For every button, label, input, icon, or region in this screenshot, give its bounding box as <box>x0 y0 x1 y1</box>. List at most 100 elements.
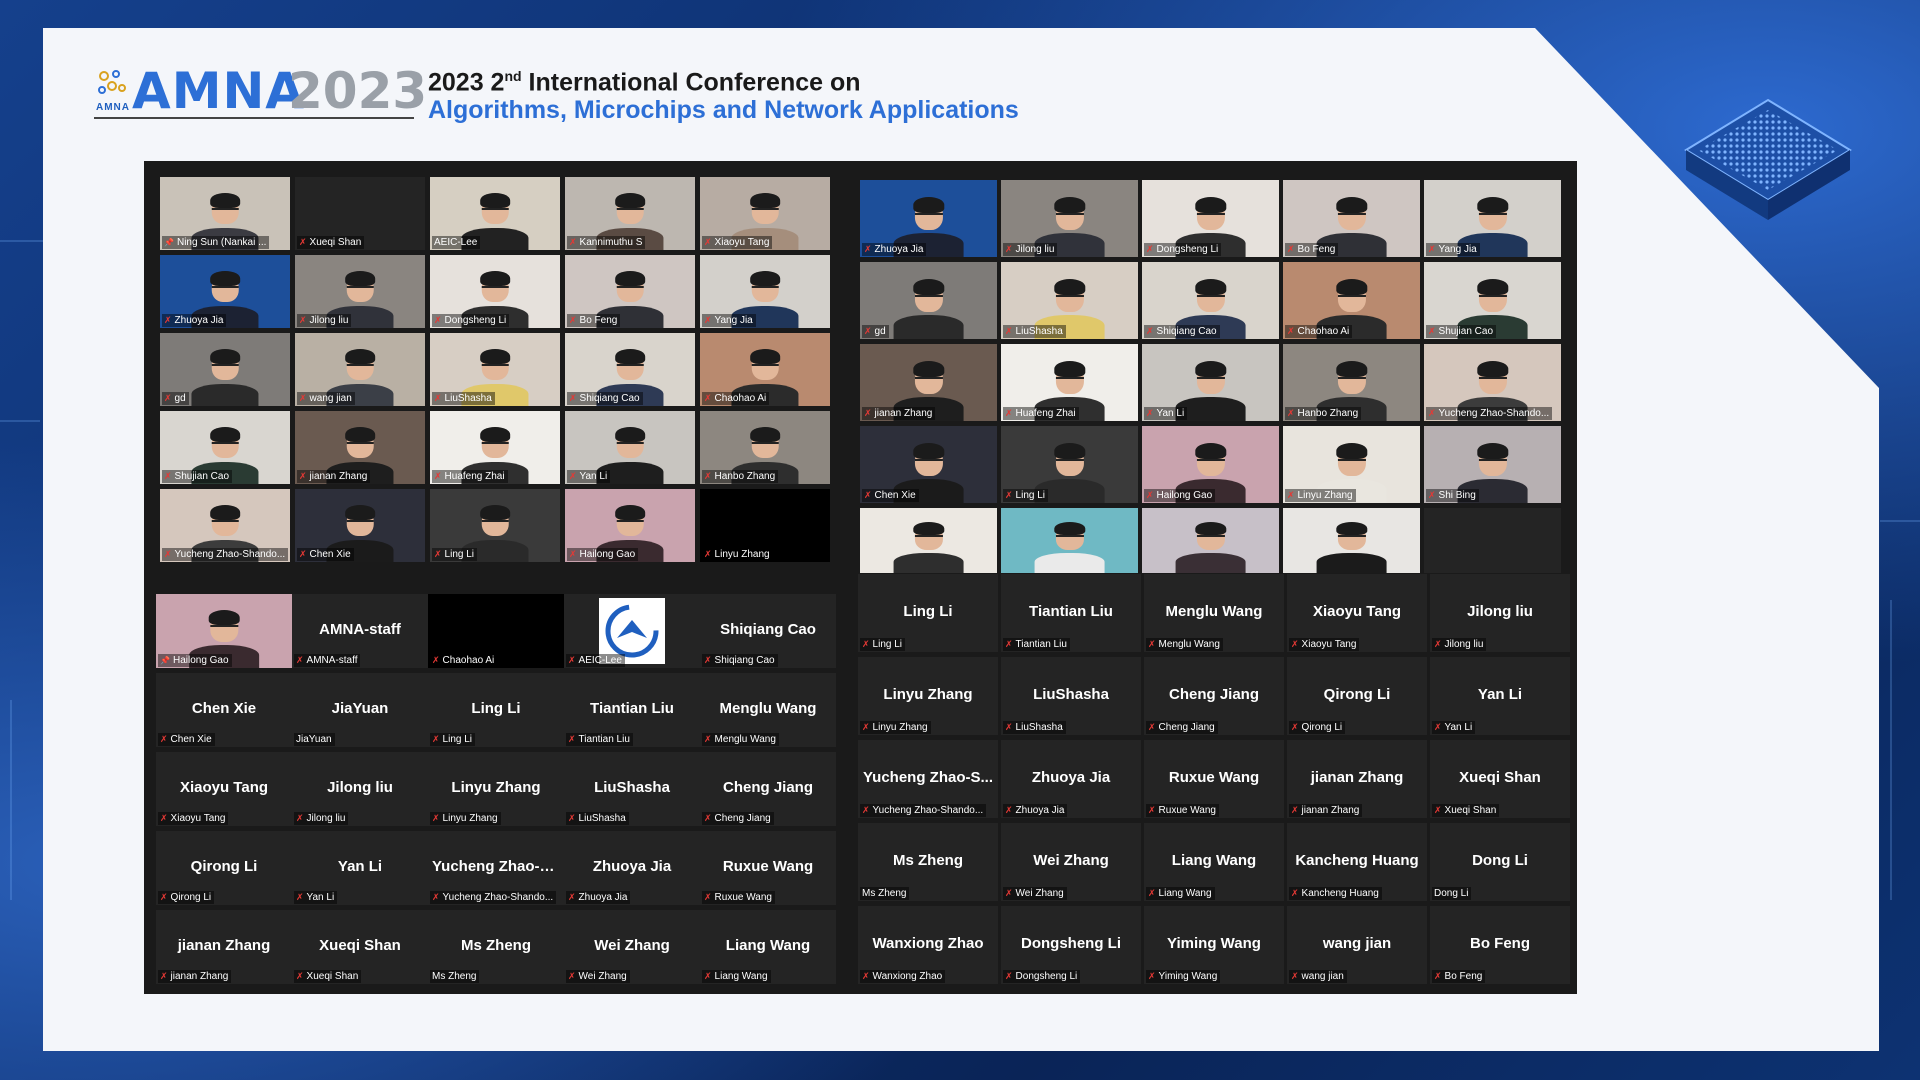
name-tile[interactable]: Ruxue Wang ✗ Ruxue Wang <box>700 831 836 905</box>
name-tile[interactable]: LiuShasha ✗ LiuShasha <box>564 752 700 826</box>
name-tile[interactable]: Shiqiang Cao ✗ Shiqiang Cao <box>700 594 836 668</box>
video-tile[interactable]: ✗ wang jian <box>295 333 425 406</box>
video-tile[interactable]: ✗ Ling Li <box>430 489 560 562</box>
video-tile[interactable]: ✗ Chen Xie <box>295 489 425 562</box>
video-tile[interactable]: ✗ Yang Jia <box>700 255 830 328</box>
video-tile[interactable]: ✗ gd <box>160 333 290 406</box>
video-tile[interactable]: ✗ Zhuoya Jia <box>860 180 997 257</box>
video-tile[interactable]: 📌 Ning Sun (Nankai ... <box>160 177 290 250</box>
name-tile[interactable]: Ms Zheng Ms Zheng <box>858 823 998 901</box>
video-tile[interactable]: ✗ Yucheng Zhao-Shando... <box>160 489 290 562</box>
name-tile[interactable]: Xueqi Shan ✗ Xueqi Shan <box>1430 740 1570 818</box>
video-tile[interactable]: ✗ jianan Zhang <box>860 344 997 421</box>
video-tile[interactable]: ✗ Huafeng Zhai <box>1001 344 1138 421</box>
name-tile[interactable]: Jilong liu ✗ Jilong liu <box>1430 574 1570 652</box>
video-tile[interactable]: ✗ Dongsheng Li <box>1142 180 1279 257</box>
video-tile[interactable] <box>1424 508 1561 573</box>
video-tile[interactable]: ✗ Yan Li <box>565 411 695 484</box>
name-tile[interactable]: ✗ AEIC-Lee <box>564 594 700 668</box>
name-tile[interactable]: Cheng Jiang ✗ Cheng Jiang <box>700 752 836 826</box>
video-tile[interactable]: ✗ Linyu Zhang <box>1283 426 1420 503</box>
name-tile[interactable]: LiuShasha ✗ LiuShasha <box>1001 657 1141 735</box>
video-tile[interactable]: ✗ Hanbo Zhang <box>700 411 830 484</box>
name-tile[interactable]: Cheng Jiang ✗ Cheng Jiang <box>1144 657 1284 735</box>
video-tile[interactable]: AEIC-Lee <box>430 177 560 250</box>
name-tile[interactable]: Chen Xie ✗ Chen Xie <box>156 673 292 747</box>
name-tile[interactable]: Ling Li ✗ Ling Li <box>428 673 564 747</box>
video-tile[interactable]: ✗ Jilong liu <box>1001 180 1138 257</box>
video-tile[interactable]: ✗ Shiqiang Cao <box>1142 262 1279 339</box>
name-tile[interactable]: Qirong Li ✗ Qirong Li <box>156 831 292 905</box>
video-tile[interactable]: ✗ Hailong Gao <box>565 489 695 562</box>
name-tile[interactable]: wang jian ✗ wang jian <box>1287 906 1427 984</box>
video-tile[interactable]: ✗ LiuShasha <box>430 333 560 406</box>
video-tile[interactable]: ✗ Linyu Zhang <box>700 489 830 562</box>
video-tile[interactable] <box>1001 508 1138 573</box>
video-tile[interactable]: ✗ Chen Xie <box>860 426 997 503</box>
video-tile[interactable]: ✗ Yang Jia <box>1424 180 1561 257</box>
video-tile[interactable]: ✗ Xiaoyu Tang <box>700 177 830 250</box>
name-tile[interactable]: Liang Wang ✗ Liang Wang <box>700 910 836 984</box>
video-tile[interactable]: ✗ Bo Feng <box>565 255 695 328</box>
video-tile[interactable]: ✗ Shi Bing <box>1424 426 1561 503</box>
video-tile[interactable]: ✗ Hailong Gao <box>1142 426 1279 503</box>
video-tile[interactable]: ✗ Xueqi Shan <box>295 177 425 250</box>
video-tile[interactable]: ✗ Shujian Cao <box>160 411 290 484</box>
name-tile[interactable]: Wei Zhang ✗ Wei Zhang <box>1001 823 1141 901</box>
name-tile[interactable]: Yiming Wang ✗ Yiming Wang <box>1144 906 1284 984</box>
name-tile[interactable]: Ruxue Wang ✗ Ruxue Wang <box>1144 740 1284 818</box>
video-tile[interactable]: ✗ Chaohao Ai <box>1283 262 1420 339</box>
name-tile[interactable]: Qirong Li ✗ Qirong Li <box>1287 657 1427 735</box>
name-tile[interactable]: Bo Feng ✗ Bo Feng <box>1430 906 1570 984</box>
name-tile[interactable]: Xueqi Shan ✗ Xueqi Shan <box>292 910 428 984</box>
name-tile[interactable]: Liang Wang ✗ Liang Wang <box>1144 823 1284 901</box>
name-tile[interactable]: Jilong liu ✗ Jilong liu <box>292 752 428 826</box>
video-tile[interactable]: ✗ Chaohao Ai <box>700 333 830 406</box>
video-tile[interactable]: ✗ Kannimuthu S <box>565 177 695 250</box>
name-tile[interactable]: jianan Zhang ✗ jianan Zhang <box>156 910 292 984</box>
video-tile[interactable]: ✗ Dongsheng Li <box>430 255 560 328</box>
name-tile[interactable]: 📌 Hailong Gao <box>156 594 292 668</box>
video-tile[interactable]: ✗ gd <box>860 262 997 339</box>
video-tile[interactable]: ✗ Hanbo Zhang <box>1283 344 1420 421</box>
name-tile[interactable]: Xiaoyu Tang ✗ Xiaoyu Tang <box>156 752 292 826</box>
name-tile[interactable]: Dong Li Dong Li <box>1430 823 1570 901</box>
video-tile[interactable]: ✗ Ling Li <box>1001 426 1138 503</box>
name-tile[interactable]: Yan Li ✗ Yan Li <box>292 831 428 905</box>
name-tile[interactable]: Ms Zheng Ms Zheng <box>428 910 564 984</box>
name-tile[interactable]: Yucheng Zhao-S... ✗ Yucheng Zhao-Shando... <box>858 740 998 818</box>
name-tile[interactable]: Dongsheng Li ✗ Dongsheng Li <box>1001 906 1141 984</box>
video-tile[interactable]: ✗ LiuShasha <box>1001 262 1138 339</box>
name-tile[interactable]: Ling Li ✗ Ling Li <box>858 574 998 652</box>
name-tile[interactable]: Yucheng Zhao-S... ✗ Yucheng Zhao-Shando... <box>428 831 564 905</box>
video-tile[interactable]: ✗ Jilong liu <box>295 255 425 328</box>
name-tile[interactable]: jianan Zhang ✗ jianan Zhang <box>1287 740 1427 818</box>
name-tile[interactable]: Menglu Wang ✗ Menglu Wang <box>700 673 836 747</box>
name-tile[interactable]: Tiantian Liu ✗ Tiantian Liu <box>564 673 700 747</box>
name-tile[interactable]: Tiantian Liu ✗ Tiantian Liu <box>1001 574 1141 652</box>
name-tile[interactable]: Menglu Wang ✗ Menglu Wang <box>1144 574 1284 652</box>
name-tile[interactable]: JiaYuan JiaYuan <box>292 673 428 747</box>
name-tile[interactable]: Xiaoyu Tang ✗ Xiaoyu Tang <box>1287 574 1427 652</box>
name-tile[interactable]: Wei Zhang ✗ Wei Zhang <box>564 910 700 984</box>
video-tile[interactable]: ✗ Huafeng Zhai <box>430 411 560 484</box>
video-tile[interactable]: ✗ Yucheng Zhao-Shando... <box>1424 344 1561 421</box>
name-tile[interactable]: Zhuoya Jia ✗ Zhuoya Jia <box>1001 740 1141 818</box>
name-tile[interactable]: Zhuoya Jia ✗ Zhuoya Jia <box>564 831 700 905</box>
video-tile[interactable] <box>860 508 997 573</box>
name-tile[interactable]: AMNA-staff ✗ AMNA-staff <box>292 594 428 668</box>
video-tile[interactable]: ✗ jianan Zhang <box>295 411 425 484</box>
video-tile[interactable]: ✗ Zhuoya Jia <box>160 255 290 328</box>
name-tile[interactable]: Kancheng Huang ✗ Kancheng Huang <box>1287 823 1427 901</box>
name-tile[interactable]: ✗ Chaohao Ai <box>428 594 564 668</box>
video-tile[interactable] <box>1283 508 1420 573</box>
video-tile[interactable]: ✗ Bo Feng <box>1283 180 1420 257</box>
name-tile[interactable]: Yan Li ✗ Yan Li <box>1430 657 1570 735</box>
video-tile[interactable]: ✗ Shujian Cao <box>1424 262 1561 339</box>
video-tile[interactable]: ✗ Yan Li <box>1142 344 1279 421</box>
video-tile[interactable]: ✗ Shiqiang Cao <box>565 333 695 406</box>
name-tile[interactable]: Wanxiong Zhao ✗ Wanxiong Zhao <box>858 906 998 984</box>
name-tile[interactable]: Linyu Zhang ✗ Linyu Zhang <box>428 752 564 826</box>
name-tile[interactable]: Linyu Zhang ✗ Linyu Zhang <box>858 657 998 735</box>
video-tile[interactable] <box>1142 508 1279 573</box>
